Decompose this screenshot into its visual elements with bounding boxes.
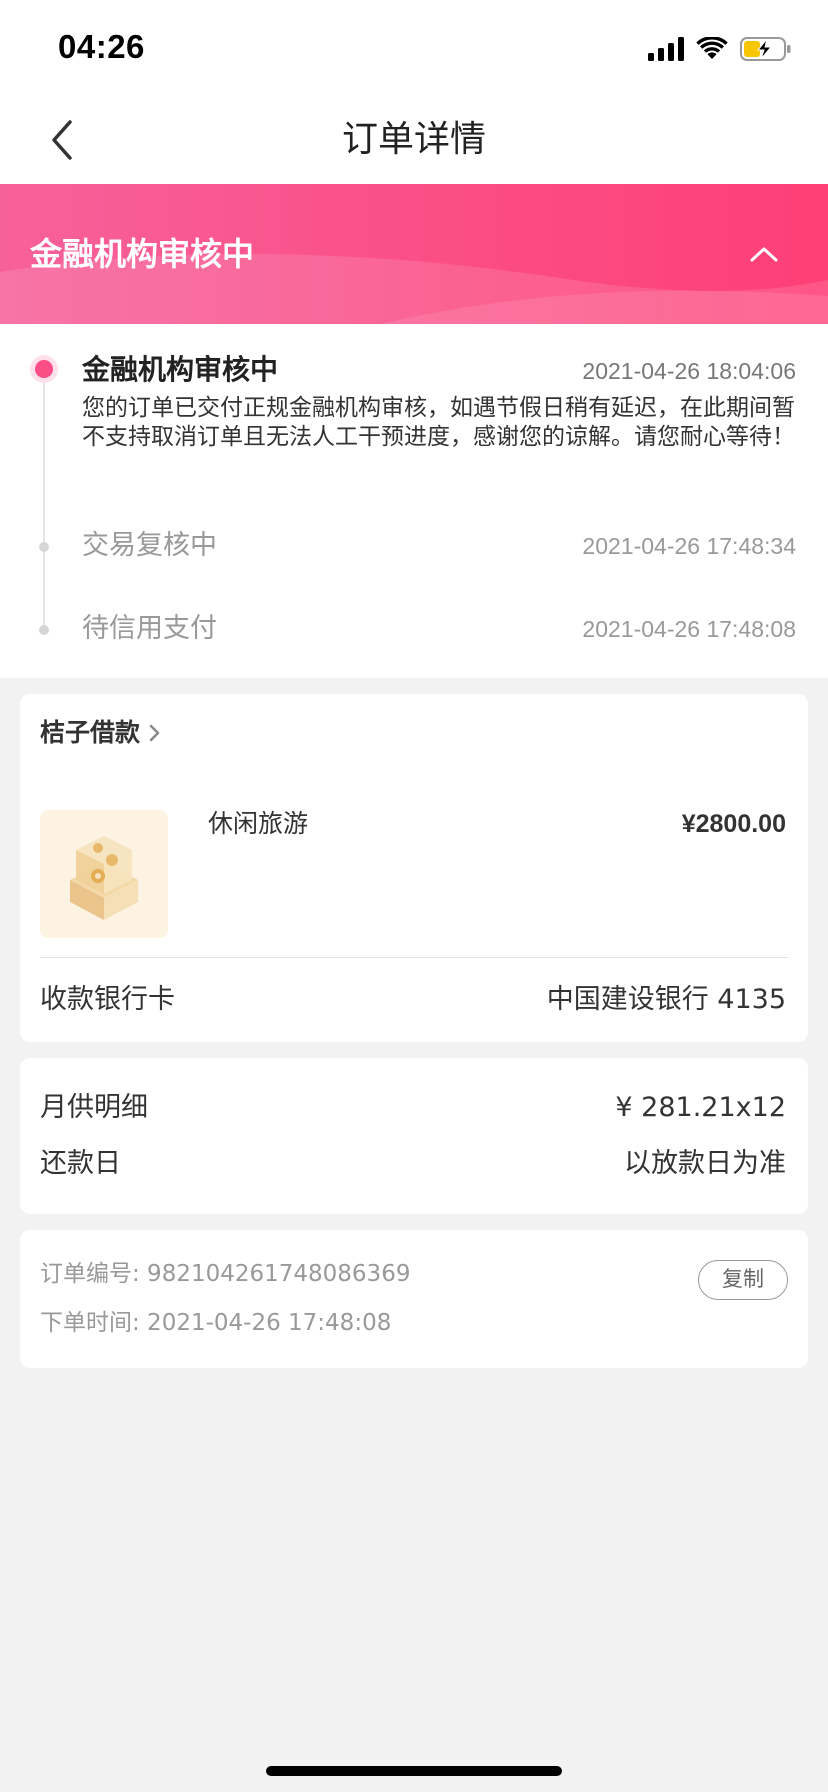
status-icons xyxy=(648,34,792,64)
chevron-right-icon xyxy=(149,724,160,742)
product-price: ¥2800.00 xyxy=(681,810,786,838)
copy-button[interactable]: 复制 xyxy=(698,1260,788,1300)
repayment-day-label: 还款日 xyxy=(40,1148,121,1179)
merchant-card: 桔子借款 休闲旅游 ¥2800.00 收款银行卡 中国建设银行 4135 xyxy=(20,694,808,1042)
timeline-step-title: 交易复核中 xyxy=(82,530,217,561)
merchant-name: 桔子借款 xyxy=(40,718,141,747)
product-image xyxy=(40,810,168,938)
battery-charging-icon xyxy=(740,37,791,61)
divider xyxy=(40,957,788,958)
signal-icon xyxy=(648,37,684,61)
repayment-day-value: 以放款日为准 xyxy=(624,1148,786,1179)
timeline-step-description: 您的订单已交付正规金融机构审核，如遇节假日稍有延迟，在此期间暂不支持取消订单且无… xyxy=(82,395,795,450)
bank-card-label: 收款银行卡 xyxy=(40,984,175,1015)
collapse-button[interactable] xyxy=(740,230,788,278)
coin-box-icon xyxy=(70,836,138,920)
status-banner: 金融机构审核中 xyxy=(0,184,828,324)
timeline-dot xyxy=(39,625,49,635)
nav-bar: 订单详情 xyxy=(0,96,828,184)
monthly-payment-value: ¥ 281.21x12 xyxy=(615,1092,786,1123)
timeline-step-title: 金融机构审核中 xyxy=(82,353,279,386)
status-timeline: 金融机构审核中 2021-04-26 18:04:06 您的订单已交付正规金融机… xyxy=(0,324,828,678)
repayment-card: 月供明细 ¥ 281.21x12 还款日 以放款日为准 xyxy=(20,1058,808,1214)
banner-title: 金融机构审核中 xyxy=(30,235,255,273)
timeline-step-title: 待信用支付 xyxy=(82,613,217,644)
timeline-step-time: 2021-04-26 17:48:08 xyxy=(582,616,796,642)
product-name: 休闲旅游 xyxy=(208,809,309,838)
timeline-dot-active xyxy=(30,355,58,383)
timeline-line xyxy=(43,368,45,630)
monthly-payment-label: 月供明细 xyxy=(40,1092,148,1123)
timeline-dot xyxy=(39,542,49,552)
home-indicator xyxy=(266,1766,562,1776)
bank-card-value: 中国建设银行 4135 xyxy=(546,984,786,1015)
status-time: 04:26 xyxy=(58,28,145,65)
wifi-icon xyxy=(696,37,728,59)
merchant-link[interactable]: 桔子借款 xyxy=(40,714,162,752)
status-bar: 04:26 xyxy=(0,0,828,96)
order-info-card: 订单编号: 982104261748086369 下单时间: 2021-04-2… xyxy=(20,1230,808,1368)
timeline-step-time: 2021-04-26 18:04:06 xyxy=(582,358,796,384)
chevron-up-icon xyxy=(750,247,778,262)
order-time: 下单时间: 2021-04-26 17:48:08 xyxy=(40,1310,392,1336)
timeline-step-time: 2021-04-26 17:48:34 xyxy=(582,533,796,559)
page-title: 订单详情 xyxy=(341,119,486,160)
order-number: 订单编号: 982104261748086369 xyxy=(40,1261,411,1287)
